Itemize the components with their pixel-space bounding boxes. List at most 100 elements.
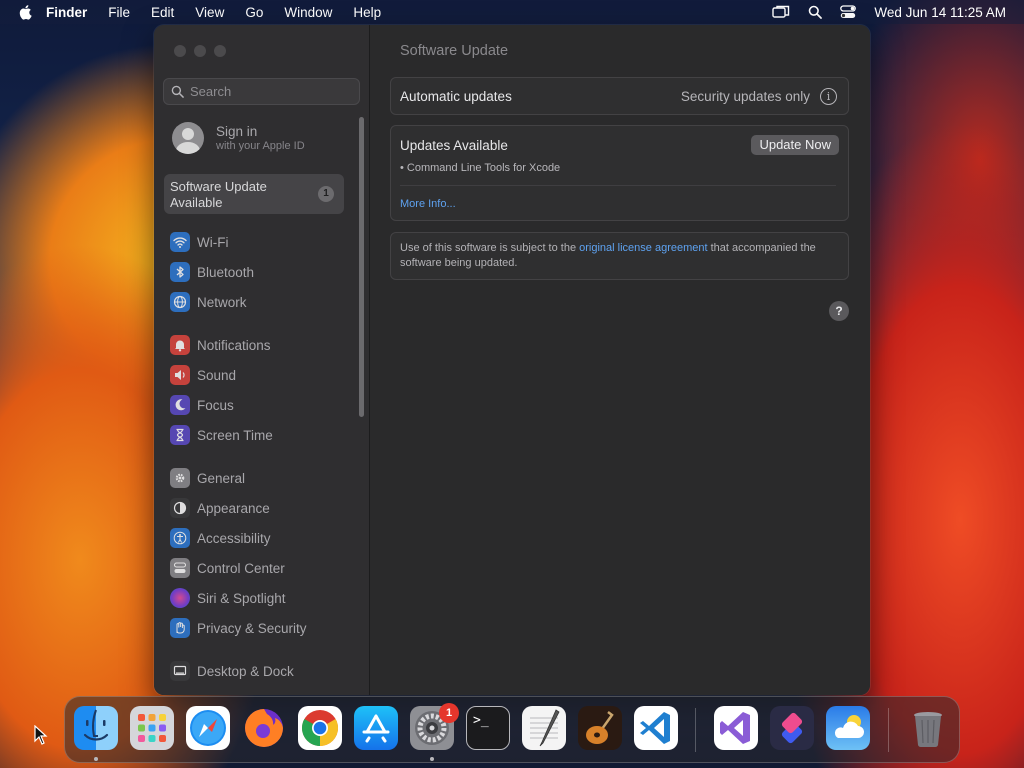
sidebar-item-label: Accessibility — [197, 530, 271, 546]
dock-divider — [695, 708, 696, 752]
sidebar-item-sound[interactable]: Sound — [170, 363, 236, 387]
close-button[interactable] — [174, 45, 186, 57]
terminal-prompt: >_ — [473, 713, 489, 728]
automatic-updates-row: Automatic updates Security updates only … — [390, 77, 849, 115]
textedit-icon[interactable] — [522, 706, 566, 750]
menu-app-name[interactable]: Finder — [46, 5, 87, 20]
sidebar-item-label: Privacy & Security — [197, 620, 307, 636]
finder-icon[interactable] — [74, 706, 118, 750]
running-indicator — [430, 757, 434, 761]
search-input[interactable] — [190, 84, 350, 99]
automatic-updates-value: Security updates only — [680, 89, 810, 104]
info-icon[interactable]: i — [820, 88, 837, 105]
update-now-button[interactable]: Update Now — [751, 135, 839, 155]
sidebar: Sign in with your Apple ID Software Upda… — [154, 25, 370, 695]
siri-icon — [170, 588, 190, 608]
sidebar-item-wifi[interactable]: Wi-Fi — [170, 230, 228, 254]
launchpad-icon[interactable] — [130, 706, 174, 750]
shortcuts-icon[interactable] — [770, 706, 814, 750]
control-center-icon — [170, 558, 190, 578]
hand-icon — [170, 618, 190, 638]
hourglass-icon — [170, 425, 190, 445]
screen-mirroring-icon[interactable] — [772, 5, 790, 19]
visual-studio-icon[interactable] — [714, 706, 758, 750]
accessibility-icon — [170, 528, 190, 548]
sidebar-item-notifications[interactable]: Notifications — [170, 333, 271, 357]
sidebar-item-label-2: Available — [170, 195, 223, 210]
weather-icon[interactable] — [826, 706, 870, 750]
wifi-icon — [170, 232, 190, 252]
sidebar-item-bluetooth[interactable]: Bluetooth — [170, 260, 254, 284]
menu-view[interactable]: View — [195, 5, 224, 20]
signin-subtitle: with your Apple ID — [216, 140, 305, 152]
appearance-icon — [170, 498, 190, 518]
sidebar-item-siri-spotlight[interactable]: Siri & Spotlight — [170, 586, 286, 610]
menu-window[interactable]: Window — [284, 5, 332, 20]
update-item: • Command Line Tools for Xcode — [400, 162, 561, 174]
sidebar-item-label: Appearance — [197, 500, 270, 516]
search-icon — [171, 85, 184, 98]
menu-go[interactable]: Go — [245, 5, 263, 20]
running-indicator — [94, 757, 98, 761]
desktop-icon — [170, 661, 190, 681]
app-store-icon[interactable] — [354, 706, 398, 750]
license-agreement-link[interactable]: original license agreement — [579, 242, 707, 254]
license-text-before: Use of this software is subject to the — [400, 242, 580, 254]
zoom-button[interactable] — [214, 45, 226, 57]
system-settings-window: Sign in with your Apple ID Software Upda… — [154, 25, 870, 695]
sidebar-item-accessibility[interactable]: Accessibility — [170, 526, 271, 550]
sidebar-item-desktop-dock[interactable]: Desktop & Dock — [170, 659, 294, 683]
mouse-cursor-icon — [34, 725, 48, 745]
more-info-link[interactable]: More Info... — [400, 198, 456, 210]
sidebar-item-label: Siri & Spotlight — [197, 590, 286, 606]
garageband-icon[interactable] — [578, 706, 622, 750]
firefox-icon[interactable] — [242, 706, 286, 750]
control-center-icon[interactable] — [840, 5, 857, 19]
menu-bar: Finder File Edit View Go Window Help Wed… — [0, 0, 1024, 24]
sidebar-item-appearance[interactable]: Appearance — [170, 496, 270, 520]
updates-available-card: Updates Available Update Now • Command L… — [390, 125, 849, 221]
sidebar-item-label: Bluetooth — [197, 264, 255, 280]
terminal-icon[interactable]: >_ — [466, 706, 510, 750]
notification-badge: 1 — [439, 703, 459, 723]
automatic-updates-label: Automatic updates — [400, 89, 512, 104]
sidebar-item-label: Desktop & Dock — [197, 663, 294, 679]
help-button[interactable]: ? — [829, 301, 849, 321]
signin-title: Sign in — [216, 124, 258, 139]
globe-icon — [170, 292, 190, 312]
menubar-clock[interactable]: Wed Jun 14 11:25 AM — [874, 5, 1006, 20]
sidebar-item-label: General — [197, 470, 246, 486]
main-panel: Software Update Automatic updates Securi… — [370, 25, 870, 695]
dock-divider — [888, 708, 889, 752]
sidebar-item-focus[interactable]: Focus — [170, 393, 234, 417]
sidebar-item-software-update[interactable]: Software Update Available 1 — [164, 174, 344, 214]
search-field[interactable] — [163, 78, 360, 105]
bluetooth-icon — [170, 262, 190, 282]
avatar — [172, 122, 204, 154]
spotlight-search-icon[interactable] — [808, 5, 823, 19]
sidebar-item-label: Focus — [197, 397, 234, 413]
minimize-button[interactable] — [194, 45, 206, 57]
sidebar-item-control-center[interactable]: Control Center — [170, 556, 285, 580]
moon-icon — [170, 395, 190, 415]
sidebar-item-network[interactable]: Network — [170, 290, 247, 314]
update-count-badge: 1 — [318, 186, 334, 202]
dock: 1 >_ — [64, 696, 960, 763]
menu-edit[interactable]: Edit — [151, 5, 174, 20]
menu-file[interactable]: File — [108, 5, 130, 20]
trash-icon[interactable] — [906, 706, 950, 750]
chrome-icon[interactable] — [298, 706, 342, 750]
sidebar-item-screen-time[interactable]: Screen Time — [170, 423, 273, 447]
updates-available-title: Updates Available — [400, 138, 508, 153]
sidebar-scrollbar[interactable] — [359, 117, 364, 417]
sidebar-item-general[interactable]: General — [170, 466, 245, 490]
sidebar-item-label: Network — [197, 294, 247, 310]
bell-icon — [170, 335, 190, 355]
sidebar-item-privacy-security[interactable]: Privacy & Security — [170, 616, 307, 640]
apple-menu-icon[interactable] — [18, 4, 32, 20]
menu-help[interactable]: Help — [353, 5, 381, 20]
safari-icon[interactable] — [186, 706, 230, 750]
window-controls — [174, 45, 226, 57]
apple-id-signin[interactable]: Sign in with your Apple ID — [172, 122, 305, 154]
vscode-icon[interactable] — [634, 706, 678, 750]
